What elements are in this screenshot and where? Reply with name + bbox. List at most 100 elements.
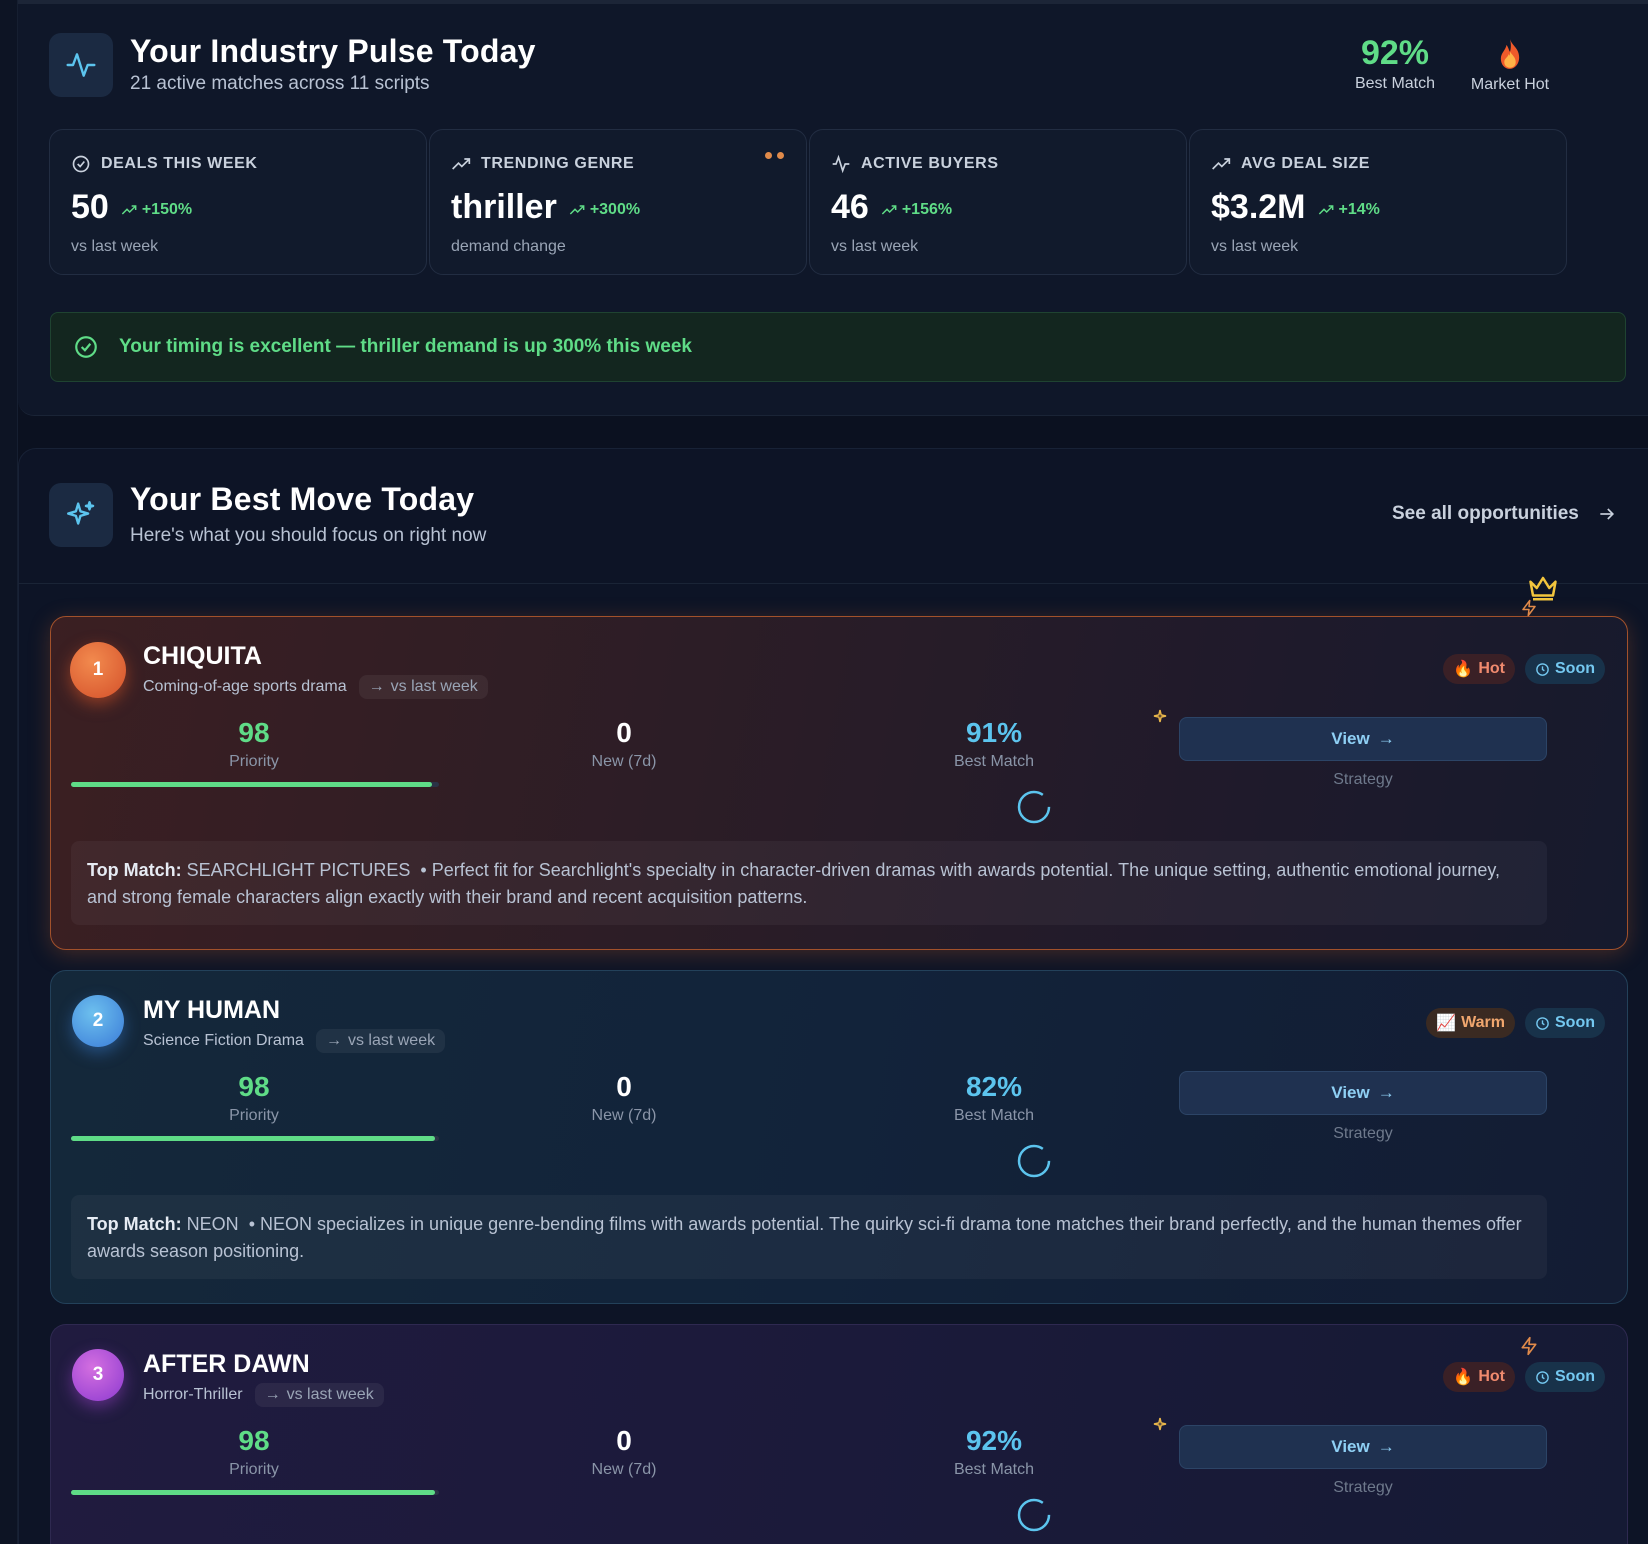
sparkle-icon: [1153, 709, 1167, 723]
stat-change: +14%: [1318, 201, 1380, 219]
heat-badge: 🔥 Hot: [1443, 654, 1515, 684]
stat-note: vs last week: [71, 238, 159, 255]
lightning-icon: [1522, 599, 1536, 617]
arrow-right-icon: →: [264, 1386, 281, 1403]
new-metric: 0 New (7d): [591, 1425, 657, 1478]
section-divider: [18, 583, 1648, 584]
check-circle-icon: [75, 336, 97, 358]
strategy-label: Strategy: [1333, 1125, 1393, 1142]
stat-card-deal-size[interactable]: AVG DEAL SIZE $3.2M +14% vs last week: [1189, 129, 1567, 275]
flame-icon: [1460, 34, 1560, 74]
timing-badge: Soon: [1525, 654, 1605, 684]
timing-alert: Your timing is excellent — thriller dema…: [50, 312, 1626, 382]
sparkle-icon: [1153, 1417, 1167, 1431]
best-move-subtitle: Here's what you should focus on right no…: [130, 525, 487, 546]
rank-badge: 2: [72, 995, 124, 1047]
opportunity-card-my-human[interactable]: 2 MY HUMAN Science Fiction Drama → vs las…: [50, 970, 1628, 1304]
timing-message: Your timing is excellent — thriller dema…: [119, 336, 692, 357]
trending-up-icon: [121, 205, 137, 215]
sparkles-icon: [49, 483, 113, 547]
trending-up-icon: [1318, 205, 1333, 215]
best-match-metric: 91% Best Match: [953, 717, 1035, 770]
top-match-label: Top Match:: [87, 1214, 182, 1234]
strategy-label: Strategy: [1333, 1479, 1393, 1496]
view-strategy-button[interactable]: View →: [1179, 717, 1547, 761]
script-genre: Coming-of-age sports drama: [143, 678, 347, 695]
top-match-label: Top Match:: [87, 860, 182, 880]
rank-badge: 3: [72, 1349, 124, 1401]
priority-progress-bar: [71, 1490, 439, 1495]
arrow-right-icon: →: [1377, 1437, 1395, 1456]
stat-label: AVG DEAL SIZE: [1241, 155, 1371, 172]
timing-badge: Soon: [1525, 1008, 1605, 1038]
top-match-reason: NEON specializes in unique genre-bending…: [87, 1214, 1522, 1261]
market-hot-label: Market Hot: [1470, 76, 1550, 93]
trend-pill: → vs last week: [358, 675, 488, 699]
best-match-label: Best Match: [1354, 75, 1436, 92]
stat-change: +156%: [881, 201, 952, 219]
trending-up-icon: [452, 158, 471, 170]
best-move-title: Your Best Move Today: [130, 481, 475, 517]
view-strategy-button[interactable]: View →: [1179, 1425, 1547, 1469]
top-match-box: Top Match: NEON • NEON specializes in un…: [71, 1195, 1547, 1279]
opportunity-card-chiquita[interactable]: 1 CHIQUITA Coming-of-age sports drama → v…: [50, 616, 1628, 950]
best-match-value: 92%: [1360, 34, 1430, 72]
trending-up-icon: [569, 205, 585, 215]
new-metric: 0 New (7d): [591, 717, 657, 770]
stat-value: $3.2M: [1211, 188, 1306, 226]
check-circle-icon: [72, 155, 90, 173]
more-dots-icon[interactable]: [765, 152, 784, 159]
priority-metric: 98 Priority: [229, 717, 279, 770]
top-match-box: Top Match: SEARCHLIGHT PICTURES • Perfec…: [71, 841, 1547, 925]
priority-progress-bar: [71, 1136, 439, 1141]
best-match-metric: 92% Best Match: [953, 1425, 1035, 1478]
activity-pulse-icon: [49, 33, 113, 97]
timing-badge: Soon: [1525, 1362, 1605, 1392]
arrow-right-icon: →: [1377, 729, 1395, 748]
view-strategy-button[interactable]: View →: [1179, 1071, 1547, 1115]
pulse-title: Your Industry Pulse Today: [130, 33, 536, 69]
new-metric: 0 New (7d): [591, 1071, 657, 1124]
rank-badge: 1: [70, 642, 126, 698]
loading-ring-icon: [1017, 1144, 1051, 1178]
flame-icon: 🔥: [1453, 1369, 1474, 1386]
lightning-icon: [1521, 1336, 1537, 1356]
market-hot-kpi: Market Hot: [1460, 34, 1560, 94]
trend-pill: → vs last week: [315, 1029, 446, 1053]
heat-badge: 📈 Warm: [1426, 1008, 1515, 1038]
stat-value: 50: [71, 188, 109, 226]
arrow-right-icon: →: [1377, 1083, 1395, 1102]
clock-icon: [1536, 662, 1549, 676]
stat-value: 46: [831, 188, 869, 226]
clock-icon: [1536, 1016, 1549, 1030]
see-all-opportunities-link[interactable]: See all opportunities: [1392, 503, 1617, 525]
trend-pill: → vs last week: [254, 1383, 384, 1407]
clock-icon: [1536, 1370, 1549, 1384]
trending-up-icon: [881, 205, 897, 215]
stat-change: +300%: [569, 201, 640, 219]
opportunity-card-after-dawn[interactable]: 3 AFTER DAWN Horror-Thriller → vs last we…: [50, 1324, 1628, 1544]
top-match-buyer: SEARCHLIGHT PICTURES: [186, 860, 411, 880]
script-title: AFTER DAWN: [143, 1350, 310, 1378]
heat-badge: 🔥 Hot: [1443, 1362, 1515, 1392]
trending-up-icon: [1212, 158, 1231, 170]
stat-change: +150%: [121, 201, 192, 219]
script-genre: Horror-Thriller: [143, 1386, 243, 1403]
stat-note: demand change: [451, 238, 566, 255]
stat-card-buyers[interactable]: ACTIVE BUYERS 46 +156% vs last week: [809, 129, 1187, 275]
script-title: CHIQUITA: [143, 642, 262, 670]
activity-icon: [832, 154, 850, 174]
script-genre: Science Fiction Drama: [143, 1032, 304, 1049]
stat-value: thriller: [451, 188, 557, 226]
priority-progress-bar: [71, 782, 439, 787]
stat-card-deals[interactable]: DEALS THIS WEEK 50 +150% vs last week: [49, 129, 427, 275]
stat-label: DEALS THIS WEEK: [101, 155, 258, 172]
pulse-subtitle: 21 active matches across 11 scripts: [130, 73, 430, 94]
loading-ring-icon: [1017, 790, 1051, 824]
loading-ring-icon: [1017, 1498, 1051, 1532]
flame-icon: 🔥: [1453, 661, 1474, 678]
chart-up-icon: 📈: [1436, 1015, 1457, 1032]
stat-note: vs last week: [831, 238, 919, 255]
stat-card-genre[interactable]: TRENDING GENRE thriller +300% demand cha…: [429, 129, 807, 275]
best-match-metric: 82% Best Match: [953, 1071, 1035, 1124]
